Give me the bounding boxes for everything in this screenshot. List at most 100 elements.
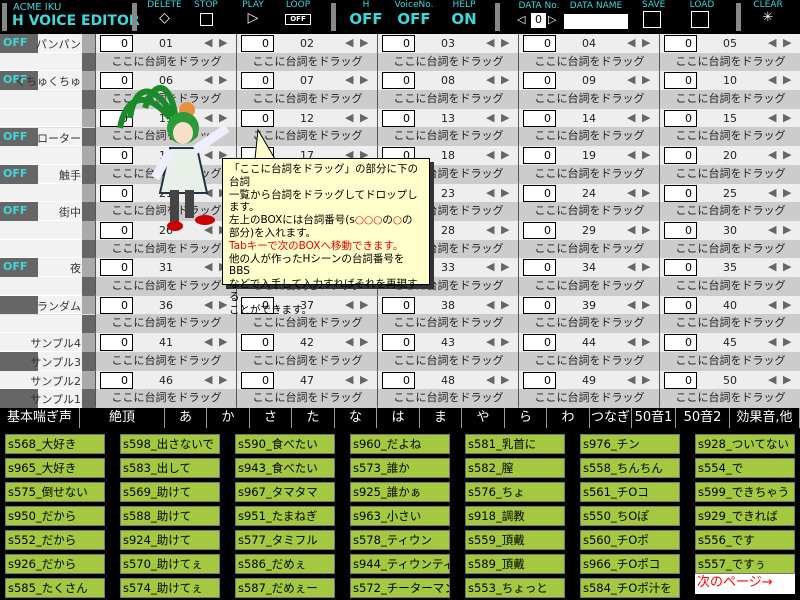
slot-number-input[interactable]: 0: [523, 72, 556, 90]
next-arrow-icon[interactable]: ▶: [219, 373, 227, 386]
category-tab[interactable]: 絶頂: [80, 408, 165, 428]
drag-target[interactable]: ここに台詞をドラッグ: [237, 314, 378, 334]
drag-target[interactable]: ここに台詞をドラッグ: [519, 277, 660, 296]
category-tab[interactable]: 効果音,他: [730, 408, 800, 428]
phrase-item[interactable]: s960_だよね: [350, 434, 450, 454]
data-no-next-icon[interactable]: ▷: [548, 13, 556, 26]
phrase-item[interactable]: s560_チOポ: [580, 530, 680, 550]
next-arrow-icon[interactable]: ▶: [501, 36, 509, 49]
slot-number-input[interactable]: 0: [523, 259, 556, 277]
slot-number-input[interactable]: 0: [241, 35, 274, 52]
clear-button[interactable]: CLEAR ✳: [748, 0, 788, 25]
next-arrow-icon[interactable]: ▶: [501, 111, 509, 124]
prev-arrow-icon[interactable]: ◀: [204, 335, 212, 348]
phrase-item[interactable]: s599_できちゃう: [695, 482, 795, 502]
slot-number-input[interactable]: 0: [523, 296, 556, 314]
prev-arrow-icon[interactable]: ◀: [204, 298, 212, 311]
phrase-item[interactable]: s582_膣: [465, 458, 565, 478]
phrase-item[interactable]: s553_ちょっと: [465, 578, 565, 598]
next-arrow-icon[interactable]: ▶: [642, 111, 650, 124]
phrase-item[interactable]: s583_出して: [120, 458, 220, 478]
slot-number-input[interactable]: 0: [664, 296, 697, 314]
drag-target[interactable]: ここに台詞をドラッグ: [378, 351, 519, 371]
slot-number-input[interactable]: 0: [664, 334, 697, 352]
prev-arrow-icon[interactable]: ◀: [768, 223, 776, 236]
next-arrow-icon[interactable]: ▶: [642, 298, 650, 311]
prev-arrow-icon[interactable]: ◀: [486, 73, 494, 86]
prev-arrow-icon[interactable]: ◀: [768, 186, 776, 199]
prev-arrow-icon[interactable]: ◀: [768, 111, 776, 124]
category-tab[interactable]: わ: [547, 408, 590, 428]
slot-number-input[interactable]: 0: [100, 334, 133, 352]
phrase-item[interactable]: s929_できれば: [695, 506, 795, 526]
next-arrow-icon[interactable]: ▶: [642, 223, 650, 236]
slot-number-input[interactable]: 0: [382, 334, 415, 352]
drag-target[interactable]: ここに台詞をドラッグ: [660, 164, 800, 184]
next-arrow-icon[interactable]: ▶: [642, 148, 650, 161]
phrase-item[interactable]: s585_たくさん: [5, 578, 105, 598]
prev-arrow-icon[interactable]: ◀: [204, 36, 212, 49]
next-arrow-icon[interactable]: ▶: [642, 335, 650, 348]
off-toggle[interactable]: OFF: [3, 167, 27, 180]
next-arrow-icon[interactable]: ▶: [501, 148, 509, 161]
next-arrow-icon[interactable]: ▶: [219, 335, 227, 348]
category-tab[interactable]: ら: [505, 408, 547, 428]
phrase-item[interactable]: s926_だから: [5, 554, 105, 574]
slot-number-input[interactable]: 0: [523, 109, 556, 127]
drag-target[interactable]: ここに台詞をドラッグ: [96, 277, 237, 296]
next-arrow-icon[interactable]: ▶: [783, 73, 791, 86]
save-button[interactable]: SAVE: [630, 0, 665, 28]
next-arrow-icon[interactable]: ▶: [783, 335, 791, 348]
phrase-item[interactable]: s598_出さないで: [120, 434, 220, 454]
phrase-item[interactable]: s928_ついてない: [695, 434, 795, 454]
prev-arrow-icon[interactable]: ◀: [345, 335, 353, 348]
drag-target[interactable]: ここに台詞をドラッグ: [96, 351, 237, 371]
drag-target[interactable]: ここに台詞をドラッグ: [96, 52, 237, 72]
next-arrow-icon[interactable]: ▶: [219, 36, 227, 49]
category-tab[interactable]: 50音2: [676, 408, 730, 428]
off-toggle[interactable]: OFF: [3, 36, 27, 49]
drag-target[interactable]: ここに台詞をドラッグ: [660, 90, 800, 109]
next-arrow-icon[interactable]: ▶: [783, 186, 791, 199]
drag-target[interactable]: ここに台詞をドラッグ: [378, 127, 519, 147]
phrase-item[interactable]: s590_食べたい: [235, 434, 335, 454]
drag-target[interactable]: ここに台詞をドラッグ: [660, 202, 800, 221]
slot-number-input[interactable]: 0: [241, 371, 274, 389]
slot-number-input[interactable]: 0: [664, 147, 697, 165]
next-arrow-icon[interactable]: ▶: [642, 260, 650, 273]
slot-number-input[interactable]: 0: [100, 259, 133, 277]
prev-arrow-icon[interactable]: ◀: [627, 36, 635, 49]
prev-arrow-icon[interactable]: ◀: [486, 223, 494, 236]
next-arrow-icon[interactable]: ▶: [360, 373, 368, 386]
phrase-item[interactable]: s572_チーターマン: [350, 578, 450, 598]
prev-arrow-icon[interactable]: ◀: [345, 373, 353, 386]
next-arrow-icon[interactable]: ▶: [642, 73, 650, 86]
category-tab[interactable]: は: [377, 408, 420, 428]
prev-arrow-icon[interactable]: ◀: [627, 335, 635, 348]
drag-target[interactable]: ここに台詞をドラッグ: [660, 314, 800, 334]
off-toggle[interactable]: OFF: [3, 204, 27, 217]
phrase-item[interactable]: s950_だから: [5, 506, 105, 526]
phrase-item[interactable]: s550_ちOぽ: [580, 506, 680, 526]
prev-arrow-icon[interactable]: ◀: [486, 36, 494, 49]
prev-arrow-icon[interactable]: ◀: [627, 298, 635, 311]
slot-number-input[interactable]: 0: [664, 184, 697, 202]
drag-target[interactable]: ここに台詞をドラッグ: [237, 52, 378, 72]
phrase-item[interactable]: s965_大好き: [5, 458, 105, 478]
prev-arrow-icon[interactable]: ◀: [627, 373, 635, 386]
phrase-item[interactable]: s586_だめぇ: [235, 554, 335, 574]
phrase-item[interactable]: s552_だから: [5, 530, 105, 550]
next-arrow-icon[interactable]: ▶: [501, 335, 509, 348]
prev-arrow-icon[interactable]: ◀: [768, 36, 776, 49]
prev-arrow-icon[interactable]: ◀: [486, 335, 494, 348]
slot-number-input[interactable]: 0: [382, 35, 415, 52]
drag-target[interactable]: ここに台詞をドラッグ: [519, 127, 660, 147]
next-arrow-icon[interactable]: ▶: [360, 73, 368, 86]
drag-target[interactable]: ここに台詞をドラッグ: [519, 90, 660, 109]
next-arrow-icon[interactable]: ▶: [360, 335, 368, 348]
drag-target[interactable]: ここに台詞をドラッグ: [519, 202, 660, 221]
slot-number-input[interactable]: 0: [382, 72, 415, 90]
next-arrow-icon[interactable]: ▶: [642, 186, 650, 199]
category-tab[interactable]: 50音1: [632, 408, 676, 428]
phrase-item[interactable]: s925_誰かぁ: [350, 482, 450, 502]
